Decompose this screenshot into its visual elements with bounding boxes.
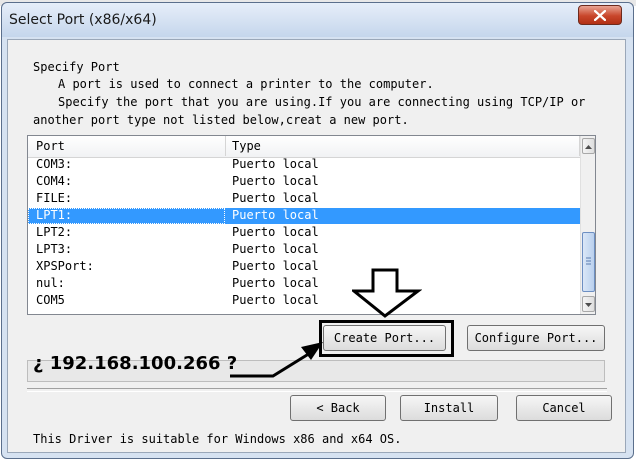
port-name: LPT1: [36, 208, 73, 222]
port-type: Puerto local [232, 174, 319, 188]
close-button[interactable] [578, 5, 622, 25]
configure-port-button[interactable]: Configure Port... [467, 325, 605, 351]
dialog-title: Select Port (x86/x64) [9, 12, 157, 28]
cancel-button[interactable]: Cancel [516, 395, 612, 421]
description-line-1: A port is used to connect a printer to t… [58, 77, 434, 91]
port-type: Puerto local [232, 259, 319, 273]
port-name: nul: [36, 276, 65, 290]
column-header-port[interactable]: Port [36, 139, 65, 153]
description-line-2: Specify the port that you are using.If y… [58, 95, 586, 109]
port-name: COM5 [36, 293, 65, 307]
section-heading: Specify Port [33, 60, 120, 74]
port-name: LPT3: [36, 242, 73, 256]
chevron-down-icon [585, 303, 592, 307]
port-list-header: Port Type [28, 136, 580, 158]
port-type: Puerto local [232, 225, 319, 239]
port-row[interactable]: LPT2: Puerto local [28, 225, 580, 241]
port-type: Puerto local [232, 157, 319, 171]
down-arrow-outline-icon [352, 268, 422, 318]
port-row[interactable]: COM3: Puerto local [28, 157, 580, 173]
port-row[interactable]: LPT3: Puerto local [28, 242, 580, 258]
port-type: Puerto local [232, 208, 319, 222]
port-type: Puerto local [232, 242, 319, 256]
port-list-scrollbar[interactable] [580, 136, 595, 314]
install-button[interactable]: Install [400, 395, 498, 421]
separator-line [27, 388, 607, 392]
title-bar[interactable]: Select Port (x86/x64) [2, 3, 633, 37]
scroll-down-button[interactable] [582, 296, 595, 312]
description-line-3: another port type not listed below,creat… [33, 113, 409, 127]
port-name: COM3: [36, 157, 73, 171]
chevron-up-icon [585, 145, 592, 149]
back-button[interactable]: < Back [290, 395, 386, 421]
scroll-thumb[interactable] [582, 232, 595, 292]
ip-annotation-text: ¿ 192.168.100.266 ? [33, 353, 238, 374]
port-row[interactable]: LPT1: Puerto local [28, 208, 580, 224]
port-row[interactable]: COM4: Puerto local [28, 174, 580, 190]
close-x-icon [594, 10, 606, 21]
footer-note: This Driver is suitable for Windows x86 … [33, 432, 402, 446]
port-name: XPSPort: [36, 259, 94, 273]
port-list[interactable]: Port Type COM3: Puerto local COM4: Puerto l… [27, 135, 596, 315]
grip-lines-icon [586, 257, 591, 265]
pointer-arrow-icon [230, 342, 323, 378]
port-row[interactable]: FILE: Puerto local [28, 191, 580, 207]
port-row[interactable]: nul: Puerto local [28, 276, 580, 292]
port-name: FILE: [36, 191, 73, 205]
create-port-highlight [319, 320, 454, 357]
scroll-up-button[interactable] [582, 138, 595, 154]
port-name: LPT2: [36, 225, 73, 239]
column-divider[interactable] [225, 136, 226, 156]
column-header-type[interactable]: Type [232, 139, 261, 153]
port-row[interactable]: XPSPort: Puerto local [28, 259, 580, 275]
port-name: COM4: [36, 174, 73, 188]
port-type: Puerto local [232, 191, 319, 205]
port-type: Puerto local [232, 276, 319, 290]
port-row[interactable]: COM5 Puerto local [28, 293, 580, 309]
port-type: Puerto local [232, 293, 319, 307]
